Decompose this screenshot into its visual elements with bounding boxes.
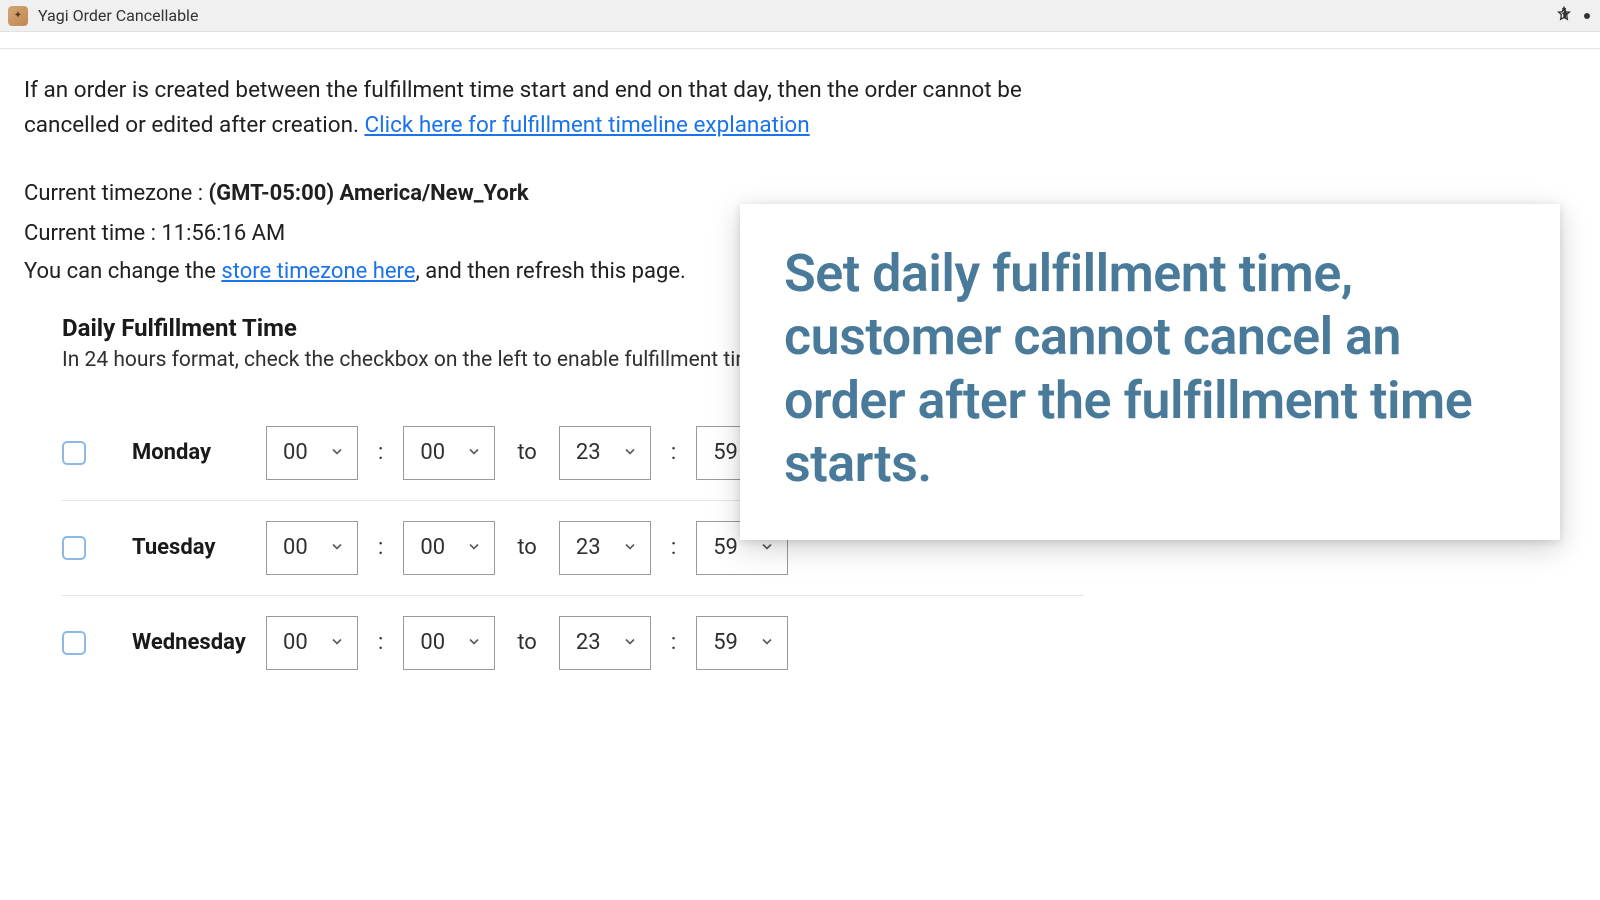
current-time-label: Current time : — [24, 221, 161, 246]
time-colon: : — [671, 535, 676, 560]
time-colon: : — [378, 535, 383, 560]
time-colon: : — [671, 440, 676, 465]
enable-wednesday-checkbox[interactable] — [62, 631, 86, 655]
select-value: 00 — [420, 440, 445, 465]
time-colon: : — [378, 440, 383, 465]
select-value: 59 — [713, 535, 738, 560]
monday-start-minute-select[interactable]: 00 — [403, 426, 495, 480]
timezone-label: Current timezone : — [24, 181, 208, 206]
select-value: 00 — [420, 630, 445, 655]
day-label-tuesday: Tuesday — [106, 535, 246, 560]
wednesday-start-minute-select[interactable]: 00 — [403, 616, 495, 670]
to-label: to — [517, 630, 537, 655]
tuesday-start-minute-select[interactable]: 00 — [403, 521, 495, 575]
chevron-down-icon — [759, 630, 775, 655]
monday-end-hour-select[interactable]: 23 — [559, 426, 651, 480]
day-label-wednesday: Wednesday — [106, 630, 246, 655]
timezone-value: (GMT-05:00) America/New_York — [208, 181, 528, 206]
chevron-down-icon — [466, 630, 482, 655]
info-overlay-card: Set daily fulfillment time, customer can… — [740, 204, 1560, 540]
enable-tuesday-checkbox[interactable] — [62, 536, 86, 560]
tz-change-suffix: , and then refresh this page. — [415, 259, 685, 284]
select-value: 00 — [420, 535, 445, 560]
day-label-monday: Monday — [106, 440, 246, 465]
select-value: 00 — [283, 535, 308, 560]
tuesday-end-hour-select[interactable]: 23 — [559, 521, 651, 575]
wednesday-start-hour-select[interactable]: 00 — [266, 616, 358, 670]
wednesday-end-minute-select[interactable]: 59 — [696, 616, 788, 670]
select-value: 59 — [713, 440, 738, 465]
chevron-down-icon — [622, 535, 638, 560]
enable-monday-checkbox[interactable] — [62, 441, 86, 465]
chevron-down-icon — [622, 440, 638, 465]
chevron-down-icon — [329, 440, 345, 465]
fulfillment-explanation-link[interactable]: Click here for fulfillment timeline expl… — [365, 112, 810, 138]
tz-change-prefix: You can change the — [24, 259, 221, 284]
select-value: 23 — [576, 630, 601, 655]
chevron-down-icon — [466, 535, 482, 560]
app-title: Yagi Order Cancellable — [38, 6, 198, 25]
to-label: to — [517, 535, 537, 560]
current-time-value: 11:56:16 AM — [161, 221, 285, 246]
pin-icon[interactable] — [1556, 6, 1572, 26]
select-value: 59 — [713, 630, 738, 655]
window-titlebar: ✦ Yagi Order Cancellable — [0, 0, 1600, 32]
chevron-down-icon — [329, 630, 345, 655]
to-label: to — [517, 440, 537, 465]
select-value: 23 — [576, 440, 601, 465]
select-value: 23 — [576, 535, 601, 560]
select-value: 00 — [283, 440, 308, 465]
chevron-down-icon — [622, 630, 638, 655]
intro-paragraph: If an order is created between the fulfi… — [24, 73, 1024, 143]
time-colon: : — [671, 630, 676, 655]
store-timezone-link[interactable]: store timezone here — [221, 259, 415, 284]
select-value: 00 — [283, 630, 308, 655]
monday-start-hour-select[interactable]: 00 — [266, 426, 358, 480]
day-row-wednesday: Wednesday 00 : 00 to 23 : 59 — [62, 596, 1084, 690]
chevron-down-icon — [329, 535, 345, 560]
chevron-down-icon — [466, 440, 482, 465]
menu-dot-icon[interactable] — [1584, 13, 1590, 19]
time-colon: : — [378, 630, 383, 655]
wednesday-end-hour-select[interactable]: 23 — [559, 616, 651, 670]
tuesday-start-hour-select[interactable]: 00 — [266, 521, 358, 575]
overlay-text: Set daily fulfillment time, customer can… — [784, 242, 1516, 496]
app-icon: ✦ — [8, 6, 28, 26]
